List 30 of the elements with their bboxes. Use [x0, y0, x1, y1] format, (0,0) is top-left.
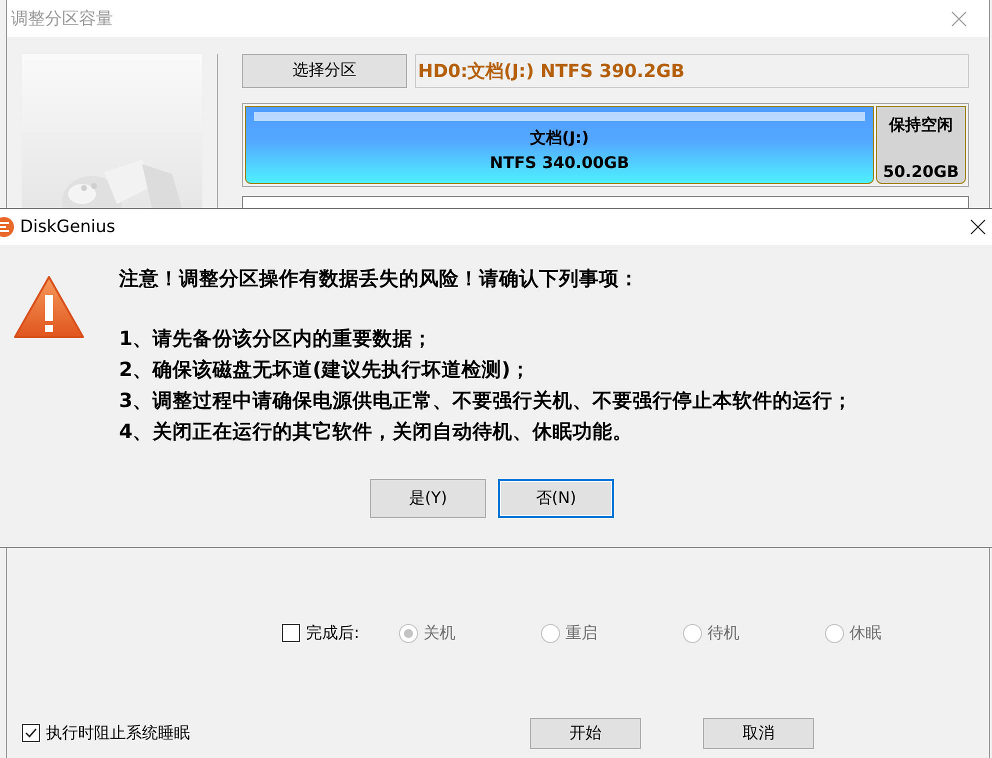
free-space-size: 50.20GB [883, 162, 959, 181]
radio-label: 重启 [565, 622, 598, 644]
checkbox[interactable] [282, 624, 300, 642]
warning-item: 2、确保该磁盘无坏道(建议先执行坏道检测)； [119, 357, 532, 383]
radio-label: 休眠 [849, 622, 882, 644]
checkbox[interactable] [22, 724, 40, 742]
partition-size: NTFS 340.00GB [490, 152, 630, 172]
warning-item: 3、调整过程中请确保电源供电正常、不要强行关机、不要强行停止本软件的运行； [119, 388, 853, 414]
close-icon[interactable] [970, 219, 986, 235]
radio-label: 待机 [707, 622, 740, 644]
window-title: 调整分区容量 [11, 8, 113, 30]
start-button[interactable]: 开始 [530, 718, 641, 748]
warning-item: 1、请先备份该分区内的重要数据； [119, 326, 434, 352]
partition-info-field: HD0:文档(J:) NTFS 390.2GB [415, 54, 969, 88]
free-space-segment[interactable]: 保持空闲 50.20GB [876, 106, 966, 184]
free-space-label: 保持空闲 [889, 114, 953, 136]
checkbox-label: 完成后: [306, 622, 360, 644]
dialog-title: DiskGenius [20, 217, 116, 237]
warning-icon [13, 275, 85, 339]
partition-name: 文档(J:) [530, 128, 589, 149]
radio-label: 关机 [423, 622, 456, 644]
warning-item: 4、关闭正在运行的其它软件，关闭自动待机、休眠功能。 [119, 419, 634, 445]
checkmark-icon [24, 726, 38, 740]
select-partition-button[interactable]: 选择分区 [242, 54, 407, 88]
yes-button[interactable]: 是(Y) [370, 479, 486, 518]
no-button[interactable]: 否(N) [498, 479, 614, 518]
checkbox-label: 执行时阻止系统睡眠 [46, 722, 190, 744]
cancel-button[interactable]: 取消 [703, 718, 814, 748]
partition-segment[interactable]: 文档(J:) NTFS 340.00GB [245, 106, 874, 184]
warning-heading: 注意！调整分区操作有数据丢失的风险！请确认下列事项： [119, 266, 640, 292]
